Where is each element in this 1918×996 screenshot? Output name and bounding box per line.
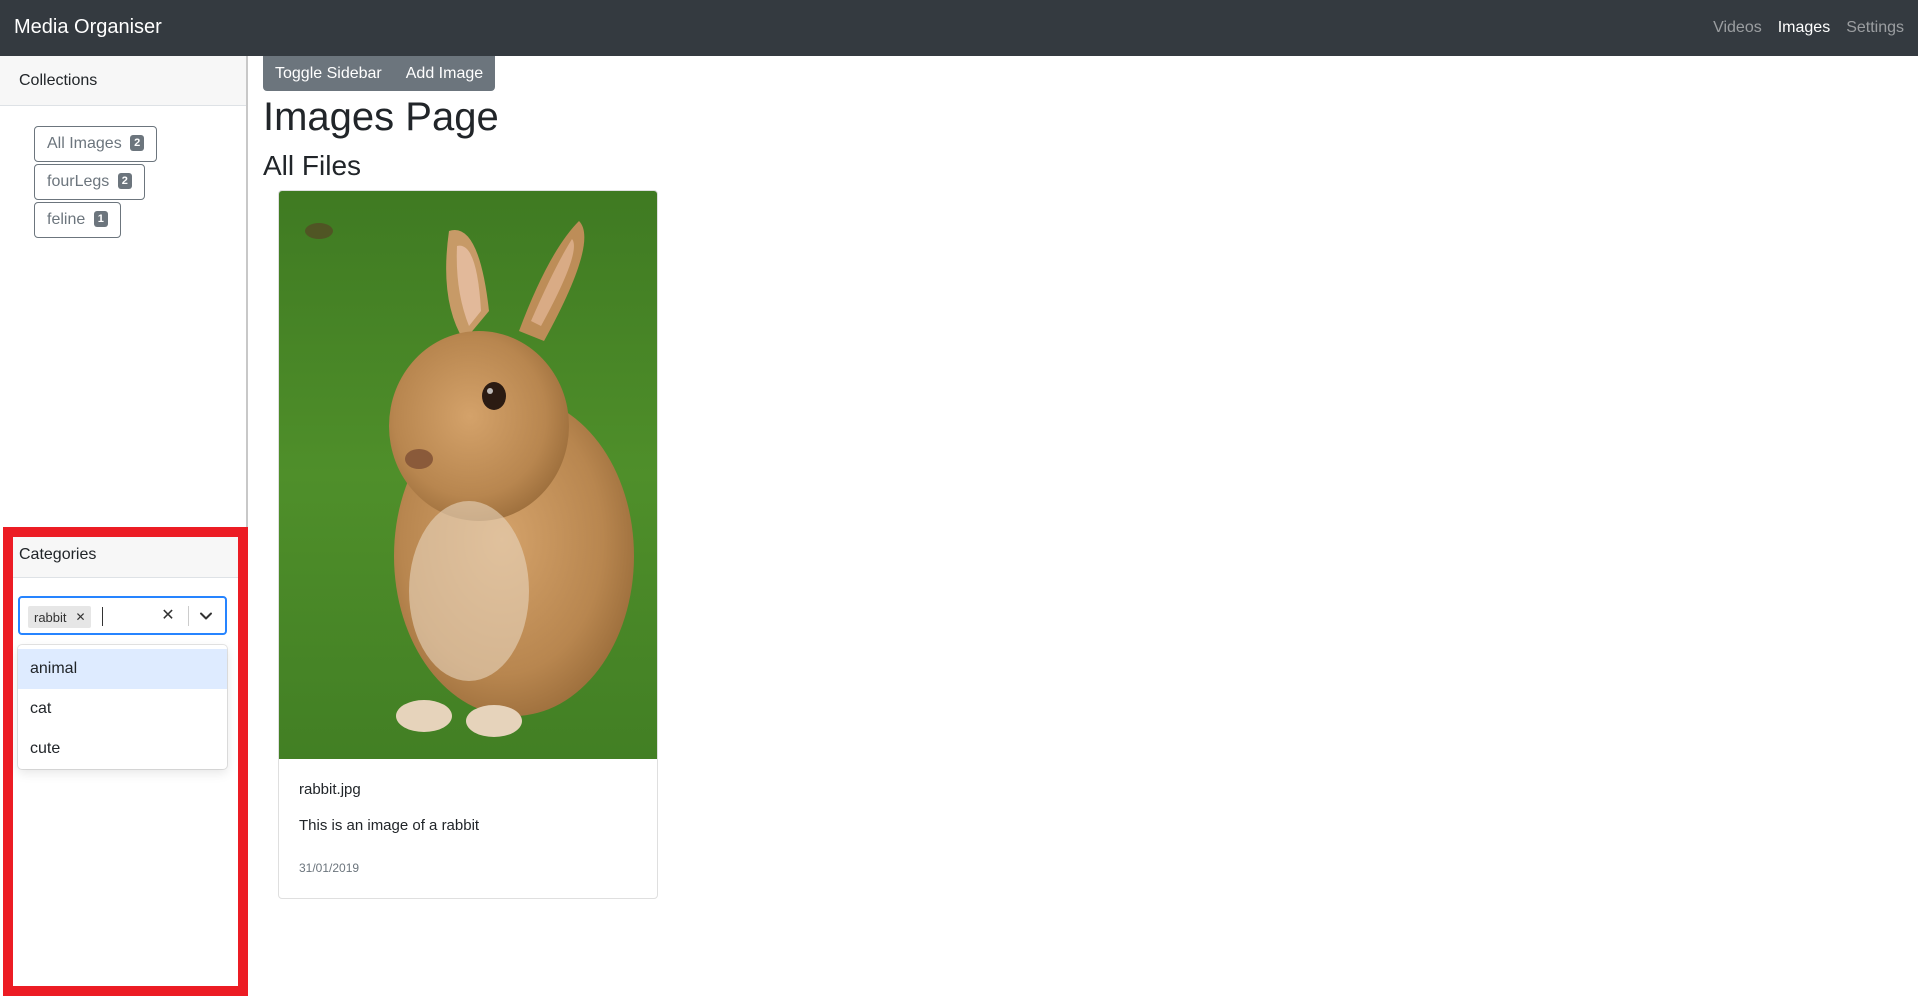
remove-tag-icon[interactable]: ✕ <box>71 610 91 624</box>
collections-header: Collections <box>0 56 246 106</box>
categories-panel: Categories rabbit ✕ ✕ animal cat cute <box>13 537 238 986</box>
category-options-menu: animal cat cute <box>18 645 227 769</box>
page-title: Images Page <box>263 95 499 139</box>
nav-link-images[interactable]: Images <box>1778 19 1830 37</box>
rabbit-image[interactable] <box>279 191 657 759</box>
option-cute[interactable]: cute <box>18 729 227 769</box>
card-date: 31/01/2019 <box>299 861 360 875</box>
collection-button-fourlegs[interactable]: fourLegs 2 <box>34 164 145 200</box>
category-multiselect[interactable]: rabbit ✕ ✕ <box>18 596 227 635</box>
section-title: All Files <box>263 150 362 181</box>
option-cat[interactable]: cat <box>18 689 227 729</box>
clear-icon[interactable]: ✕ <box>160 607 176 625</box>
collection-count-badge: 1 <box>93 211 108 227</box>
card-description: This is an image of a rabbit <box>299 817 480 834</box>
collection-label: feline <box>47 211 86 228</box>
collection-label: All Images <box>47 135 122 152</box>
nav-link-settings[interactable]: Settings <box>1846 19 1904 37</box>
categories-header: Categories <box>13 537 238 578</box>
collection-button-all-images[interactable]: All Images 2 <box>34 126 158 162</box>
add-image-button[interactable]: Add Image <box>394 56 495 91</box>
card-title: rabbit.jpg <box>299 781 361 798</box>
brand-title[interactable]: Media Organiser <box>14 16 162 39</box>
collection-label: fourLegs <box>47 173 110 190</box>
selected-tag-chip: rabbit ✕ <box>28 606 91 628</box>
top-navbar: Media Organiser Videos Images Settings <box>0 0 1918 56</box>
collection-count-badge: 2 <box>117 173 132 189</box>
indicator-separator <box>188 606 189 626</box>
selected-tag-label: rabbit <box>34 609 67 625</box>
nav-link-videos[interactable]: Videos <box>1713 19 1762 37</box>
collection-list: All Images 2 fourLegs 2 feline 1 <box>34 126 158 240</box>
option-animal[interactable]: animal <box>18 649 227 689</box>
nav-links: Videos Images Settings <box>1713 19 1904 37</box>
chevron-down-icon[interactable] <box>197 607 215 625</box>
text-caret <box>102 607 103 626</box>
collection-button-feline[interactable]: feline 1 <box>34 202 121 238</box>
collection-count-badge: 2 <box>130 135 145 151</box>
image-card[interactable]: rabbit.jpg This is an image of a rabbit … <box>278 190 658 899</box>
toolbar: Toggle Sidebar Add Image <box>263 56 496 91</box>
toggle-sidebar-button[interactable]: Toggle Sidebar <box>263 56 394 91</box>
